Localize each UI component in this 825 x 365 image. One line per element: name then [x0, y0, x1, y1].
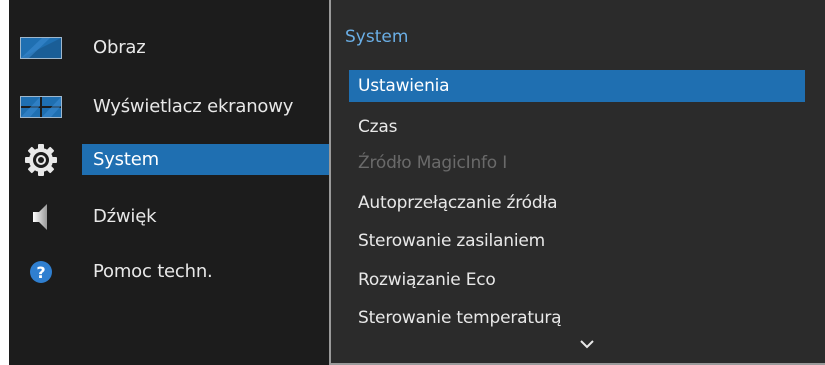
system-submenu: System Ustawienia Czas Źródło MagicInfo … [329, 0, 825, 365]
submenu-item-time[interactable]: Czas [349, 111, 805, 143]
menu-item-support[interactable]: ? Pomoc techn. [9, 254, 329, 290]
submenu-title: System [345, 27, 409, 47]
submenu-item-label: Sterowanie zasilaniem [358, 231, 545, 251]
chevron-down-icon[interactable] [577, 336, 597, 352]
menu-item-label: System [93, 149, 159, 170]
menu-item-label: Wyświetlacz ekranowy [93, 96, 294, 117]
svg-text:?: ? [36, 263, 45, 282]
submenu-item-label: Ustawienia [358, 76, 450, 96]
menu-item-sound[interactable]: Dźwięk [9, 199, 329, 235]
picture-icon [20, 32, 62, 64]
menu-item-label: Pomoc techn. [93, 261, 213, 282]
submenu-item-label: Rozwiązanie Eco [358, 270, 496, 290]
main-menu: Obraz Wyświetlacz ekranowy System Dźwięk… [9, 0, 329, 365]
submenu-item-label: Sterowanie temperaturą [358, 308, 562, 328]
speaker-icon [20, 201, 62, 233]
submenu-item-power-control[interactable]: Sterowanie zasilaniem [349, 225, 805, 257]
onscreen-display-icon [20, 91, 62, 123]
submenu-item-temperature-control[interactable]: Sterowanie temperaturą [349, 302, 805, 334]
tv-settings-screen: Obraz Wyświetlacz ekranowy System Dźwięk… [9, 0, 825, 365]
menu-item-picture[interactable]: Obraz [9, 30, 329, 66]
gear-icon [20, 144, 62, 176]
submenu-item-eco-solution[interactable]: Rozwiązanie Eco [349, 264, 805, 296]
submenu-item-auto-source-switching[interactable]: Autoprzełączanie źródła [349, 187, 805, 219]
submenu-item-label: Czas [358, 117, 398, 137]
menu-item-label: Dźwięk [93, 206, 157, 227]
menu-item-label: Obraz [93, 37, 146, 58]
menu-item-system[interactable]: System [9, 142, 329, 178]
submenu-item-general[interactable]: Ustawienia [349, 70, 805, 102]
menu-item-onscreen-display[interactable]: Wyświetlacz ekranowy [9, 89, 329, 125]
submenu-item-magicinfo-source: Źródło MagicInfo I [349, 147, 805, 179]
submenu-item-label: Autoprzełączanie źródła [358, 193, 558, 213]
help-icon: ? [20, 256, 62, 288]
submenu-item-label: Źródło MagicInfo I [358, 153, 508, 173]
